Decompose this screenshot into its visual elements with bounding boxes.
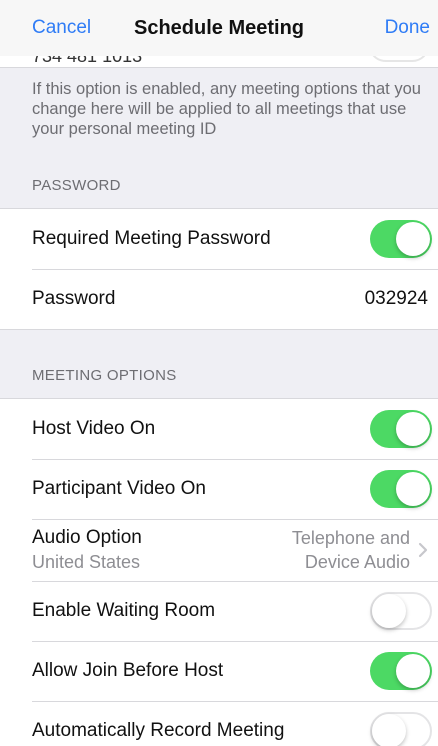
done-button[interactable]: Done <box>385 17 430 39</box>
settings-scroll-content[interactable]: 734 481 1013 If this option is enabled, … <box>0 32 438 746</box>
join-before-host-label: Allow Join Before Host <box>32 660 224 681</box>
auto-record-row[interactable]: Automatically Record Meeting <box>0 701 438 746</box>
waiting-room-toggle[interactable] <box>370 592 432 630</box>
host-video-row[interactable]: Host Video On <box>0 399 438 459</box>
toggle-knob <box>372 594 406 628</box>
auto-record-toggle[interactable] <box>370 712 432 746</box>
audio-option-value-line2: Device Audio <box>304 552 410 572</box>
schedule-meeting-screen: Cancel Schedule Meeting Done 734 481 101… <box>0 0 438 746</box>
host-video-toggle[interactable] <box>370 410 432 448</box>
audio-option-country: United States <box>32 552 141 572</box>
join-before-host-toggle[interactable] <box>370 652 432 690</box>
required-password-label: Required Meeting Password <box>32 228 271 249</box>
password-group: Required Meeting Password Password 03292… <box>0 208 438 330</box>
password-row[interactable]: Password 032924 <box>0 269 438 329</box>
required-password-row[interactable]: Required Meeting Password <box>0 209 438 269</box>
navigation-bar: Cancel Schedule Meeting Done <box>0 0 438 56</box>
waiting-room-label: Enable Waiting Room <box>32 600 216 621</box>
participant-video-toggle[interactable] <box>370 470 432 508</box>
host-video-label: Host Video On <box>32 418 156 439</box>
participant-video-row[interactable]: Participant Video On <box>0 459 438 519</box>
toggle-knob <box>396 222 430 256</box>
pmi-note: If this option is enabled, any meeting o… <box>32 80 421 138</box>
toggle-knob <box>372 714 406 746</box>
password-section-header: PASSWORD <box>32 177 121 194</box>
audio-option-value-line1: Telephone and <box>291 528 410 548</box>
toggle-knob <box>396 654 430 688</box>
audio-option-label: Audio Option <box>32 527 142 548</box>
password-value[interactable]: 032924 <box>365 288 432 310</box>
password-label: Password <box>32 288 116 309</box>
meeting-options-group: Host Video On Participant Video On Audio… <box>0 398 438 746</box>
auto-record-label: Automatically Record Meeting <box>32 720 285 741</box>
toggle-knob <box>396 472 430 506</box>
join-before-host-row[interactable]: Allow Join Before Host <box>0 641 438 701</box>
participant-video-label: Participant Video On <box>32 478 206 499</box>
required-password-toggle[interactable] <box>370 220 432 258</box>
audio-option-value: Telephone and Device Audio <box>292 526 416 574</box>
chevron-right-icon <box>418 542 428 558</box>
audio-option-labels: Audio Option United States <box>32 526 292 574</box>
cancel-button[interactable]: Cancel <box>32 17 91 39</box>
toggle-knob <box>396 412 430 446</box>
meeting-options-header: MEETING OPTIONS <box>32 367 177 384</box>
waiting-room-row[interactable]: Enable Waiting Room <box>0 581 438 641</box>
audio-option-row[interactable]: Audio Option United States Telephone and… <box>0 519 438 581</box>
